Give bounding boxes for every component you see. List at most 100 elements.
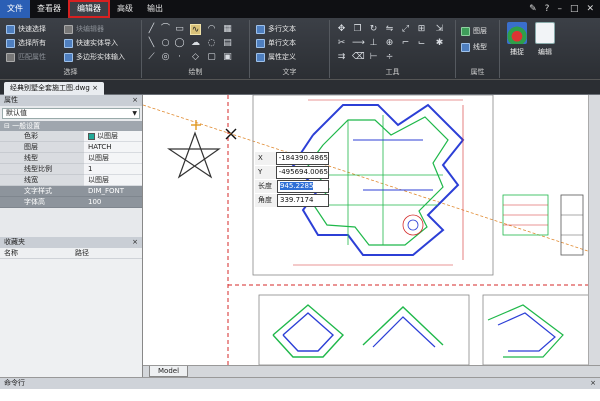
menu-tab-advanced[interactable]: 高级	[110, 0, 140, 18]
column-name[interactable]: 名称	[0, 248, 71, 258]
canvas-vertical-scrollbar[interactable]	[588, 95, 600, 365]
measure-tool-icon[interactable]: ⊢	[368, 52, 379, 63]
y-coordinate-row: Y -495694.0065	[255, 166, 329, 179]
angle-label: 角度	[255, 194, 277, 207]
array-tool-icon[interactable]: ⊞	[416, 24, 427, 35]
polyline-tool-icon[interactable]: ⌒	[160, 24, 171, 35]
revcloud-tool-icon[interactable]: ☁	[190, 38, 201, 49]
cad-drawing	[143, 95, 600, 365]
select-panel-title: 选择	[63, 68, 78, 76]
select-panel: 快速选择 选择所有 匹配属性 块编辑器 快速实体导入 多边形实体输入 选择	[0, 20, 142, 78]
spline-tool-icon[interactable]: ∿	[190, 24, 201, 35]
polygon-entity-icon	[64, 52, 73, 62]
divide-tool-icon[interactable]: ÷	[384, 52, 395, 63]
rotate-tool-icon[interactable]: ↻	[368, 24, 379, 35]
prop-row[interactable]: 线宽 以图层	[0, 175, 142, 186]
boundary-tool-icon[interactable]: ▣	[222, 52, 233, 63]
menu-tab-editor[interactable]: 编辑器	[68, 0, 110, 18]
polygon-entity-input-button[interactable]: 多边形实体输入	[64, 52, 125, 62]
quick-select-button[interactable]: 快速选择	[6, 24, 46, 34]
line-tool-icon[interactable]: ╱	[146, 24, 157, 35]
prop-row[interactable]: 字体高 100	[0, 197, 142, 208]
donut-tool-icon[interactable]: ◎	[160, 52, 171, 63]
offset-tool-icon[interactable]: ⇉	[336, 52, 347, 63]
document-edit-icon	[535, 22, 555, 44]
point-tool-icon[interactable]: ◌	[206, 38, 217, 49]
command-input[interactable]	[0, 389, 600, 401]
close-icon[interactable]: ✕	[586, 4, 594, 14]
model-tab[interactable]: Model	[149, 366, 189, 377]
prop-row[interactable]: 图层 HATCH	[0, 142, 142, 153]
single-text-button[interactable]: 单行文本	[256, 38, 296, 48]
prop-row[interactable]: 色彩 以图层	[0, 131, 142, 142]
xline-tool-icon[interactable]: ⟋	[146, 52, 157, 63]
layer-button[interactable]: 图层	[461, 26, 487, 36]
x-coordinate-field[interactable]: -184390.4865	[275, 152, 329, 165]
general-settings-group[interactable]: ⊟ 一般设置	[0, 121, 142, 131]
minimize-icon[interactable]: –	[557, 4, 562, 14]
region-tool-icon[interactable]: ▢	[206, 52, 217, 63]
attribute-def-button[interactable]: 属性定义	[256, 52, 296, 62]
snap-button[interactable]: 捕捉	[504, 22, 530, 76]
wipeout-tool-icon[interactable]: ◇	[190, 52, 201, 63]
break-tool-icon[interactable]: ⊥	[368, 38, 379, 49]
properties-dropdown[interactable]: 默认值 ▼	[2, 108, 140, 119]
document-tab[interactable]: 经典别墅全套施工图.dwg ×	[4, 82, 104, 95]
copy-tool-icon[interactable]: ❐	[352, 24, 363, 35]
match-props-button[interactable]: 匹配属性	[6, 52, 46, 62]
extend-tool-icon[interactable]: ⟶	[352, 38, 365, 49]
scale-tool-icon[interactable]: ⤢	[400, 24, 411, 35]
linetype-button[interactable]: 线型	[461, 42, 487, 52]
ellipse-tool-icon[interactable]: ◯	[174, 38, 185, 49]
menu-bar: 文件 查看器 编辑器 高级 输出 ✎ ? – □ ✕	[0, 0, 600, 18]
rectangle-tool-icon[interactable]: ▭	[174, 24, 185, 35]
fillet-tool-icon[interactable]: ⌐	[400, 38, 411, 49]
pen-icon[interactable]: ✎	[529, 4, 537, 14]
dot-tool-icon[interactable]: ·	[174, 52, 185, 63]
block-editor-button[interactable]: 块编辑器	[64, 24, 104, 34]
y-coordinate-field[interactable]: -495694.0065	[275, 166, 329, 179]
hatch-tool-icon[interactable]: ▦	[222, 24, 233, 35]
quick-select-icon	[6, 24, 15, 34]
menu-tab-file[interactable]: 文件	[0, 0, 30, 18]
prop-row[interactable]: 文字样式 DIM_FONT	[0, 186, 142, 197]
help-icon[interactable]: ?	[545, 4, 550, 14]
ray-tool-icon[interactable]: ╲	[146, 38, 157, 49]
maximize-icon[interactable]: □	[570, 4, 579, 14]
x-coordinate-row: X -184390.4865	[255, 152, 329, 165]
close-icon[interactable]: ×	[132, 95, 142, 106]
close-icon[interactable]: ×	[132, 237, 142, 248]
match-props-icon	[6, 52, 15, 62]
edit-button[interactable]: 编辑	[532, 22, 558, 76]
attribute-def-icon	[256, 52, 265, 62]
mirror-tool-icon[interactable]: ⇋	[384, 24, 395, 35]
drawing-canvas[interactable]	[143, 95, 600, 365]
chevron-down-icon: ▼	[132, 110, 137, 117]
x-label: X	[255, 152, 276, 165]
angle-field[interactable]: 339.7174	[277, 194, 329, 207]
erase-tool-icon[interactable]: ⌫	[352, 52, 365, 63]
select-all-button[interactable]: 选择所有	[6, 38, 46, 48]
mtext-button[interactable]: 多行文本	[256, 24, 296, 34]
trim-tool-icon[interactable]: ✂	[336, 38, 347, 49]
explode-tool-icon[interactable]: ✱	[434, 38, 445, 49]
circle-tool-icon[interactable]: ○	[160, 38, 171, 49]
favorites-panel: 收藏夹 × 名称 路径	[0, 237, 143, 377]
menu-tab-output[interactable]: 输出	[140, 0, 170, 18]
entity-import-icon	[64, 38, 73, 48]
table-tool-icon[interactable]: ▤	[222, 38, 233, 49]
favorites-columns: 名称 路径	[0, 248, 142, 259]
close-icon[interactable]: ×	[590, 378, 600, 389]
arc-tool-icon[interactable]: ◠	[206, 24, 217, 35]
quick-entity-import-button[interactable]: 快速实体导入	[64, 38, 118, 48]
chamfer-tool-icon[interactable]: ⌙	[416, 38, 427, 49]
stretch-tool-icon[interactable]: ⇲	[434, 24, 445, 35]
join-tool-icon[interactable]: ⊕	[384, 38, 395, 49]
length-field[interactable]: 945.2285	[277, 180, 329, 193]
column-path[interactable]: 路径	[71, 248, 142, 258]
layers-icon	[461, 26, 470, 36]
prop-row[interactable]: 线型比例 1	[0, 164, 142, 175]
prop-row[interactable]: 线型 以图层	[0, 153, 142, 164]
move-tool-icon[interactable]: ✥	[336, 24, 347, 35]
menu-tab-viewer[interactable]: 查看器	[30, 0, 68, 18]
